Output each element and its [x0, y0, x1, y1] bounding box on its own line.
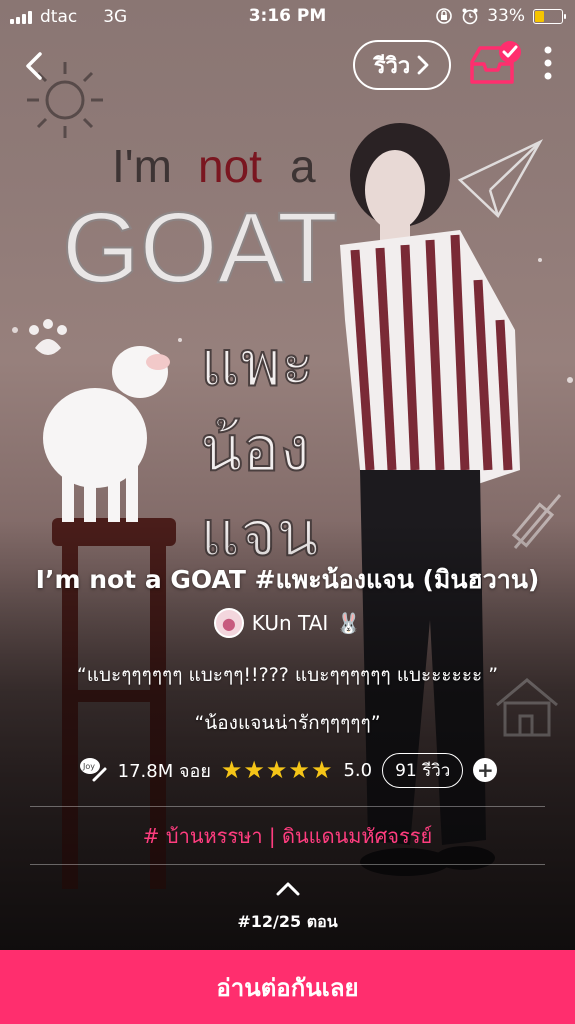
tagline-line1: “แบะๆๆๆๆๆๆ แบะๆๆ!!??? แบะๆๆๆๆๆๆ แบะะะะะะ…	[76, 664, 499, 686]
paw-doodle	[29, 319, 67, 355]
star-icon: ★	[310, 756, 334, 784]
paper-plane-doodle	[457, 139, 544, 219]
battery-icon	[533, 8, 566, 24]
cover-text-not: not	[198, 140, 262, 192]
chevron-up-icon[interactable]	[274, 878, 302, 898]
cover-art: I'm not a GOAT แพะ น้อง แจน	[0, 0, 575, 950]
goat	[43, 346, 170, 522]
divider	[30, 806, 545, 807]
joy-icon: Joy	[79, 758, 107, 782]
star-icon: ★	[243, 756, 266, 784]
review-button[interactable]: รีวิว	[353, 40, 451, 90]
cover-text-goat: GOAT	[62, 192, 338, 304]
status-bar: dtac 3G 3:16 PM 33%	[0, 0, 575, 34]
stats-row: Joy 17.8M จอย ★★★★★ 5.0 91 รีวิว +	[0, 752, 575, 788]
author-avatar: ●	[213, 608, 244, 638]
rotation-lock-icon	[436, 8, 453, 24]
star-rating: ★★★★★	[221, 756, 334, 784]
alarm-icon	[462, 8, 478, 25]
cover-text-a: a	[290, 140, 316, 192]
svg-text:Joy: Joy	[82, 762, 95, 771]
view-count: 17.8M จอย	[117, 760, 211, 782]
more-options-icon[interactable]	[538, 44, 558, 84]
review-count-button[interactable]: 91 รีวิว	[382, 752, 464, 788]
star-icon: ★	[220, 756, 244, 784]
chevron-right-icon	[417, 55, 429, 75]
story-title: I’m not a GOAT #แพะน้องแจน (มินฮวาน)	[35, 565, 540, 594]
review-button-label: รีวิว	[373, 53, 411, 79]
library-inbox-button[interactable]	[468, 40, 524, 88]
rabbit-icon: 🐰	[336, 611, 362, 635]
author-name: KUn TAI	[251, 611, 329, 635]
star-icon: ★	[288, 756, 311, 784]
cover-text-line3: แพะ	[200, 327, 314, 400]
back-button[interactable]	[18, 48, 50, 84]
cover-text-im: I'm	[112, 140, 172, 192]
tagline-line2: “น้องแจนน่ารักๆๆๆๆๆ”	[194, 712, 381, 734]
battery-percent: 33%	[487, 6, 525, 26]
category-label: บ้านหรรษา | ดินแดนมหัศจรรย์	[165, 824, 433, 848]
rating-value: 5.0	[343, 759, 373, 781]
category-link[interactable]: # บ้านหรรษา | ดินแดนมหัศจรรย์	[0, 820, 575, 852]
hash-icon: #	[142, 824, 160, 848]
episode-progress: #12/25 ตอน	[237, 912, 338, 931]
divider	[30, 864, 545, 865]
cover-text-line4: น้อง	[200, 412, 310, 485]
star-icon: ★	[265, 756, 289, 784]
author-link[interactable]: ● KUn TAI 🐰	[0, 608, 575, 638]
add-icon[interactable]: +	[473, 758, 498, 782]
read-now-button[interactable]: อ่านต่อกันเลย	[0, 950, 575, 1024]
